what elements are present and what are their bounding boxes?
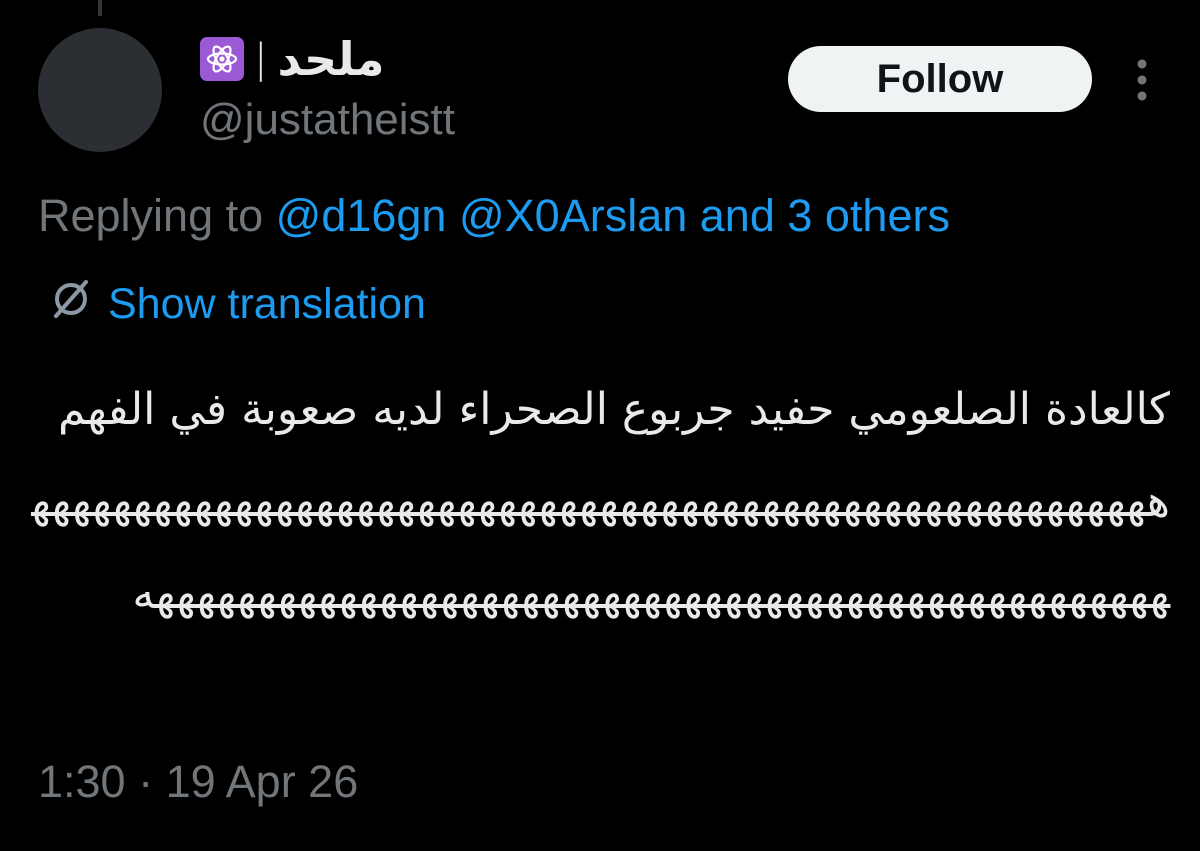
follow-button[interactable]: Follow — [788, 46, 1092, 112]
display-name[interactable]: ملحد — [277, 36, 384, 82]
thread-line — [98, 0, 102, 16]
author-handle[interactable]: @justatheistt — [200, 95, 455, 144]
avatar[interactable] — [38, 28, 162, 152]
mention-link[interactable]: @d16gn — [276, 190, 447, 241]
more-vertical-icon[interactable] — [1120, 50, 1164, 110]
show-translation-link[interactable]: Show translation — [48, 276, 426, 333]
author-name-row[interactable]: | ملحد — [200, 32, 384, 86]
replying-prefix: Replying to — [38, 190, 276, 241]
atom-icon — [200, 37, 244, 81]
name-separator: | — [254, 36, 268, 82]
show-translation-label: Show translation — [108, 280, 426, 328]
timestamp[interactable]: 1:30 · 19 Apr 26 — [38, 756, 358, 808]
tweet: | ملحد @justatheistt Follow Replying to … — [0, 0, 1200, 851]
replying-to: Replying to @d16gn @X0Arslan and 3 other… — [38, 190, 950, 242]
globe-slash-icon — [48, 276, 94, 333]
mention-link[interactable]: @X0Arslan — [459, 190, 687, 241]
tweet-text: كالعادة الصلعومي حفيد جربوع الصحراء لديه… — [31, 384, 1170, 619]
others-link[interactable]: and 3 others — [700, 190, 950, 241]
